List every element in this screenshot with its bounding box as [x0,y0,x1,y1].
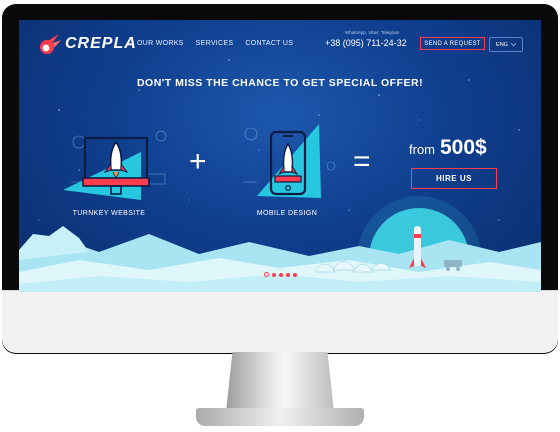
nav-contact-us[interactable]: CONTACT US [245,40,293,47]
comet-logo-icon [40,34,61,54]
offer-headline: DON'T MISS THE CHANCE TO GET SPECIAL OFF… [136,77,424,89]
rocket-phone-icon [243,124,336,198]
slider-dot[interactable] [264,272,269,277]
send-request-button[interactable]: SEND A REQUEST [420,37,485,50]
monitor-stand-base [196,408,364,426]
price-from-label: from [409,142,435,157]
price-block: from 500$ [409,136,487,160]
equals-sign: = [353,145,371,178]
nav-our-works[interactable]: OUR WORKS [137,40,184,47]
nav-services[interactable]: SERVICES [196,40,234,47]
slider-dot[interactable] [279,272,283,277]
hire-us-button[interactable]: HIRE US [411,168,497,189]
slider-dot[interactable] [286,272,290,277]
price-value: 500$ [440,136,487,159]
main-nav: OUR WORKS SERVICES CONTACT US [137,40,293,47]
mobile-design-caption: MOBILE DESIGN [256,210,318,217]
turnkey-website-caption: TURNKEY WEBSITE [72,210,146,217]
monitor-stand [226,352,334,412]
rocket-monitor-icon [63,130,167,200]
slider-dot[interactable] [272,272,276,277]
phone-number[interactable]: +38 (095) 711-24-32 [325,38,407,48]
language-label: ENG [496,41,508,48]
messenger-note: WhatsApp, Viber, Telegram [345,30,400,35]
monitor-chin [2,290,558,353]
plus-sign: + [189,145,207,178]
brand-logo[interactable]: CREPLA [39,32,137,56]
chevron-down-icon [510,42,516,47]
brand-name: CREPLA [65,35,137,52]
slider-dot[interactable] [293,272,297,277]
website-screen: CREPLA OUR WORKS SERVICES CONTACT US Wha… [19,20,541,292]
language-selector[interactable]: ENG [489,37,523,52]
slider-dots [264,272,297,277]
